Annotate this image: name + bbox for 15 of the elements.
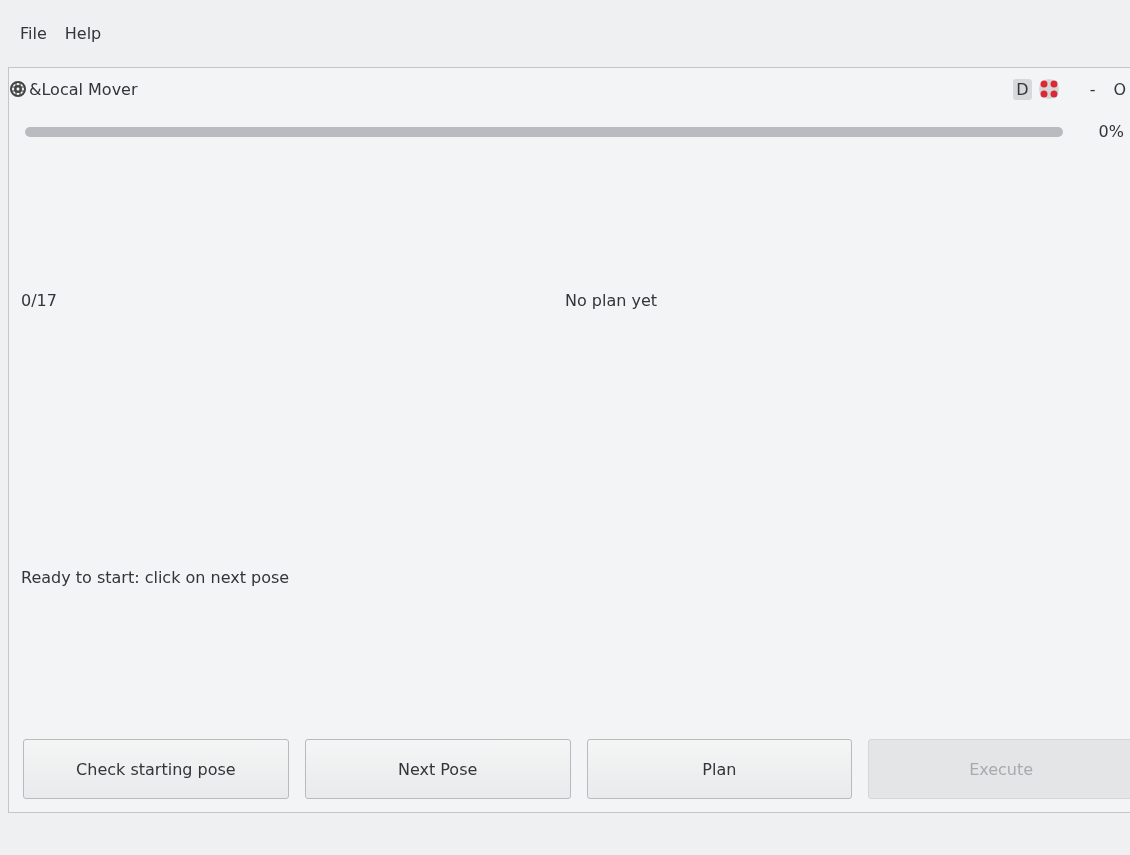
plan-status: No plan yet — [564, 291, 657, 310]
lifebuoy-icon[interactable] — [1037, 78, 1060, 100]
menu-item[interactable]: File — [14, 20, 53, 47]
window-control[interactable]: O — [1107, 79, 1130, 99]
action-button[interactable]: Plan — [586, 739, 853, 799]
window-control[interactable]: - — [1083, 79, 1102, 99]
lifebuoy-icon — [9, 80, 27, 98]
progress-reading: 0% — [1098, 122, 1124, 141]
dock-title: &Local Mover — [29, 79, 138, 99]
status-message: Ready to start: click on next pose — [21, 568, 290, 587]
action-button[interactable]: Next Pose — [304, 739, 571, 799]
dock-badge[interactable]: D — [1013, 78, 1032, 100]
pose-counter: 0/17 — [21, 291, 57, 310]
menu-item[interactable]: Help — [58, 20, 108, 47]
action-button[interactable]: Check starting pose — [23, 739, 289, 799]
